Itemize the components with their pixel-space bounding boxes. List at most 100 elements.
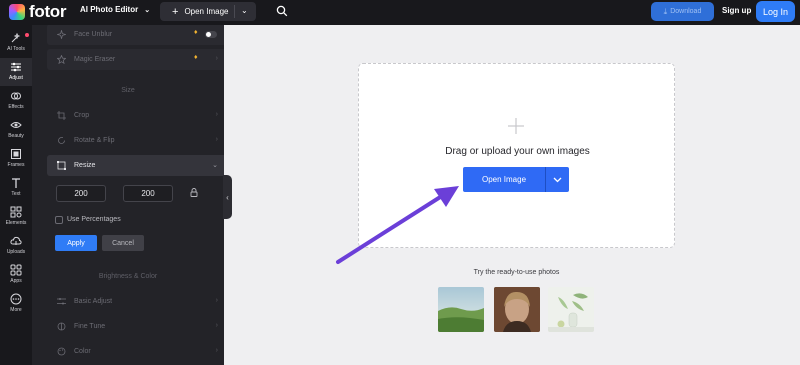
resize-icon: [56, 161, 66, 171]
open-image-top-button[interactable]: + Open Image ⌄: [160, 2, 256, 21]
palette-icon: [56, 347, 66, 357]
lock-icon[interactable]: [190, 188, 198, 197]
tool-magic-eraser[interactable]: Magic Eraser ♦ ›: [47, 49, 224, 70]
sample-photo-portrait[interactable]: [494, 287, 540, 332]
chevron-right-icon: ›: [215, 55, 218, 62]
chevron-down-icon: ⌄: [144, 6, 151, 14]
height-input[interactable]: 200: [123, 185, 173, 202]
fotor-logo-mark: [9, 4, 25, 20]
log-in-button[interactable]: Log In: [756, 1, 795, 22]
tool-label: Basic Adjust: [74, 298, 113, 305]
tool-label: Resize: [74, 162, 96, 169]
tool-label: Crop: [74, 112, 90, 119]
tool-crop[interactable]: Crop ›: [47, 105, 224, 126]
tool-color[interactable]: Color ›: [47, 341, 224, 362]
rail-item-beauty[interactable]: Beauty: [0, 116, 32, 144]
elements-icon: [10, 206, 22, 218]
rail-label: More: [10, 307, 22, 313]
section-title-brightness: Brightness & Color: [98, 273, 158, 280]
rail-label: Adjust: [9, 75, 23, 81]
fotor-logo[interactable]: fotor: [9, 2, 67, 22]
open-image-dropdown[interactable]: [545, 167, 569, 192]
annotation-arrow: [336, 186, 459, 264]
tool-label: Magic Eraser: [74, 56, 116, 63]
tool-resize[interactable]: Resize ⌄: [47, 155, 224, 176]
use-percentages-checkbox[interactable]: [55, 216, 63, 224]
rail-label: Effects: [8, 104, 24, 110]
tool-rotate-flip[interactable]: Rotate & Flip ›: [47, 130, 224, 151]
sparkle-icon: [56, 30, 66, 40]
chevron-down-icon[interactable]: ⌄: [241, 6, 248, 15]
sample-photo-landscape[interactable]: [438, 287, 484, 332]
effects-icon: [11, 92, 21, 100]
sliders-icon: [56, 297, 66, 307]
tool-face-unblur[interactable]: Face Unblur ♦: [47, 25, 224, 45]
dropzone-text: Drag or upload your own images: [445, 146, 590, 157]
tool-rail: AI Tools Adjust Effects Beauty Frames Te…: [0, 25, 32, 365]
section-title-size: Size: [121, 87, 135, 94]
rotate-icon: [56, 136, 66, 146]
tool-label: Color: [74, 348, 91, 355]
premium-crown-icon: ♦: [194, 29, 198, 36]
fine-tune-icon: [56, 322, 66, 332]
use-percentages-label: Use Percentages: [67, 216, 121, 223]
rail-item-text[interactable]: Text: [0, 174, 32, 202]
rail-item-frames[interactable]: Frames: [0, 145, 32, 173]
premium-crown-icon: ♦: [194, 54, 198, 61]
rail-item-uploads[interactable]: Uploads: [0, 232, 32, 260]
new-badge-dot: [25, 33, 29, 37]
rail-label: Beauty: [8, 133, 24, 139]
rail-label: Uploads: [6, 249, 26, 255]
search-icon[interactable]: [276, 5, 288, 17]
chevron-right-icon: ›: [215, 136, 218, 143]
tool-label: Face Unblur: [74, 31, 113, 38]
chevron-right-icon: ›: [215, 347, 218, 354]
sliders-icon: [11, 62, 21, 72]
collapse-panel-handle[interactable]: ‹: [223, 175, 232, 219]
sign-up-link[interactable]: Sign up: [722, 6, 751, 15]
cloud-upload-icon: [10, 236, 22, 245]
width-input[interactable]: 200: [56, 185, 106, 202]
cancel-button[interactable]: Cancel: [102, 235, 144, 251]
tool-fine-tune[interactable]: Fine Tune ›: [47, 316, 224, 337]
star-icon: [56, 55, 66, 65]
download-icon: ⤓: [663, 6, 668, 16]
rail-label: Text: [11, 191, 21, 197]
more-icon: [10, 293, 22, 305]
rail-item-adjust[interactable]: Adjust: [0, 58, 32, 86]
download-label: Download: [670, 8, 702, 15]
download-button[interactable]: ⤓ Download: [651, 2, 714, 21]
chevron-right-icon: ›: [215, 111, 218, 118]
frame-icon: [11, 149, 21, 159]
rail-item-apps[interactable]: Apps: [0, 261, 32, 289]
app-menu-dropdown[interactable]: AI Photo Editor ⌄: [80, 5, 150, 14]
top-bar: fotor AI Photo Editor ⌄ + Open Image ⌄ ⤓…: [0, 0, 800, 25]
rail-label: Frames: [7, 162, 25, 168]
ready-photos-title: Try the ready-to-use photos: [473, 269, 560, 276]
rail-label: Elements: [5, 220, 27, 226]
rail-item-effects[interactable]: Effects: [0, 87, 32, 115]
text-icon: [12, 178, 20, 188]
apply-button[interactable]: Apply: [55, 235, 97, 251]
tool-label: Rotate & Flip: [74, 137, 115, 144]
open-image-button[interactable]: Open Image: [463, 167, 545, 192]
chevron-down-icon: [553, 177, 562, 182]
app-menu-label: AI Photo Editor: [80, 5, 139, 14]
sample-photo-still-life[interactable]: [548, 287, 594, 332]
rail-label: AI Tools: [7, 46, 25, 52]
chevron-down-icon: ⌄: [212, 162, 218, 169]
tool-basic-adjust[interactable]: Basic Adjust ›: [47, 291, 224, 312]
chevron-right-icon: ›: [215, 297, 218, 304]
open-image-top-label: Open Image: [184, 7, 229, 16]
apps-icon: [10, 264, 22, 276]
plus-icon: +: [172, 5, 179, 18]
logo-text: fotor: [29, 2, 67, 21]
toggle-switch[interactable]: [205, 31, 217, 38]
crop-icon: [56, 111, 66, 121]
rail-item-elements[interactable]: Elements: [0, 203, 32, 231]
rail-item-ai-tools[interactable]: AI Tools: [0, 29, 32, 57]
chevron-right-icon: ›: [215, 322, 218, 329]
tool-label: Fine Tune: [74, 323, 106, 330]
sparkle-icon: [11, 32, 21, 43]
rail-item-more[interactable]: More: [0, 290, 32, 318]
